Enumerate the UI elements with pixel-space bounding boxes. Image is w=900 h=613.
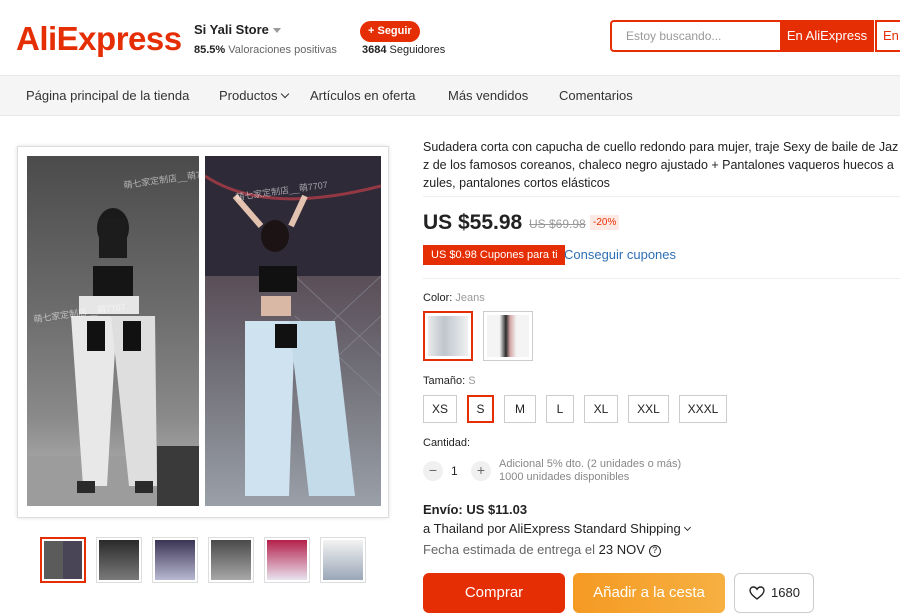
- get-coupons-link[interactable]: Conseguir cupones: [564, 247, 676, 262]
- size-label: Tamaño: S: [423, 375, 476, 387]
- thumbnail-5[interactable]: [264, 537, 310, 583]
- stock-note: 1000 unidades disponibles: [499, 471, 630, 483]
- thumbnail-4[interactable]: [208, 537, 254, 583]
- thumbnail-2[interactable]: [96, 537, 142, 583]
- rating-value: 85.5%: [194, 44, 226, 56]
- thumbnail-image: [99, 540, 139, 580]
- color-swatch-2[interactable]: [483, 311, 533, 361]
- eta-date: 23 NOV: [598, 542, 645, 557]
- size-option-xs[interactable]: XS: [423, 395, 457, 423]
- thumbnail-3[interactable]: [152, 537, 198, 583]
- size-option-s[interactable]: S: [467, 395, 494, 423]
- delivery-estimate: Fecha estimada de entrega el 23 NOV?: [423, 542, 661, 557]
- followers-label: Seguidores: [389, 44, 446, 56]
- product-photo-color: 萌七家定制店__萌7707: [205, 156, 381, 506]
- store-rating: 85.5% Valoraciones positivas: [194, 44, 337, 56]
- size-option-xl[interactable]: XL: [584, 395, 618, 423]
- discount-badge: -20%: [590, 215, 620, 230]
- thumbnail-image: [44, 541, 82, 579]
- nav-item-reviews[interactable]: Comentarios: [559, 88, 633, 103]
- store-name[interactable]: Si Yali Store: [194, 22, 281, 37]
- color-value: Jeans: [455, 292, 485, 304]
- nav-item-bestsellers[interactable]: Más vendidos: [448, 88, 528, 103]
- thumbnail-image: [267, 540, 307, 580]
- size-option-xxxl[interactable]: XXXL: [679, 395, 727, 423]
- thumbnail-image: [211, 540, 251, 580]
- bulk-discount-note: Adicional 5% dto. (2 unidades o más): [499, 458, 682, 470]
- divider: [423, 196, 900, 197]
- coupon-badge: US $0.98 Cupones para ti: [423, 245, 565, 265]
- shipping-cost: Envío: US $11.03: [423, 502, 528, 517]
- followers-number: 3684: [362, 44, 387, 56]
- thumbnail-1[interactable]: [40, 537, 86, 583]
- quantity-label: Cantidad:: [423, 437, 471, 449]
- store-name-text[interactable]: Si Yali Store: [194, 22, 269, 37]
- chevron-down-icon[interactable]: [280, 89, 289, 99]
- color-swatch-jeans[interactable]: [423, 311, 473, 361]
- store-nav: Página principal de la tienda Productos …: [0, 76, 900, 116]
- heart-icon: [749, 585, 765, 600]
- swatch-image: [428, 316, 468, 356]
- dancer-figure-color: [205, 156, 381, 496]
- swatch-image: [487, 315, 529, 357]
- wishlist-count: 1680: [771, 585, 800, 600]
- eta-label: Fecha estimada de entrega el: [423, 542, 595, 557]
- help-icon[interactable]: ?: [648, 544, 661, 557]
- quantity-note: Adicional 5% dto. (2 unidades o más) 1000…: [499, 458, 681, 484]
- header: AliExpress Si Yali Store 85.5% Valoracio…: [0, 0, 900, 76]
- quantity-increase-button[interactable]: +: [471, 461, 491, 481]
- product-title: Sudadera corta con capucha de cuello red…: [423, 140, 899, 190]
- thumbnail-image: [155, 540, 195, 580]
- search-store-button[interactable]: En esta tienda: [875, 20, 900, 52]
- main-product-image[interactable]: 萌七家定制店__萌7707 萌七家定制店__萌7707 萌七家定制店__萌770…: [17, 146, 389, 518]
- size-option-m[interactable]: M: [504, 395, 536, 423]
- chevron-down-icon[interactable]: [683, 523, 691, 532]
- aliexpress-logo[interactable]: AliExpress: [16, 20, 182, 58]
- quantity-decrease-button[interactable]: −: [423, 461, 443, 481]
- nav-item-products-label[interactable]: Productos: [219, 88, 278, 103]
- product-photo-bw: 萌七家定制店__萌7707 萌七家定制店__萌7707: [27, 156, 199, 506]
- search-input[interactable]: Estoy buscando...: [610, 20, 782, 52]
- nav-item-home[interactable]: Página principal de la tienda: [26, 88, 189, 103]
- dancer-figure-bw: [27, 208, 199, 506]
- size-value: S: [468, 375, 476, 387]
- divider: [423, 278, 900, 279]
- shipping-method[interactable]: a Thailand por AliExpress Standard Shipp…: [423, 521, 691, 536]
- size-option-xxl[interactable]: XXL: [628, 395, 669, 423]
- color-label-text: Color:: [423, 292, 453, 304]
- color-label: Color: Jeans: [423, 292, 485, 304]
- nav-item-deals[interactable]: Artículos en oferta: [310, 88, 416, 103]
- shipping-route-text[interactable]: a Thailand por AliExpress Standard Shipp…: [423, 521, 681, 536]
- buy-now-button[interactable]: Comprar: [423, 573, 565, 613]
- product-price: US $55.98: [423, 211, 523, 234]
- follow-button[interactable]: + Seguir: [360, 21, 420, 42]
- quantity-input[interactable]: 1: [451, 464, 458, 478]
- followers-count: 3684 Seguidores: [362, 44, 445, 56]
- add-to-cart-button[interactable]: Añadir a la cesta: [573, 573, 725, 613]
- search-aliexpress-button[interactable]: En AliExpress: [780, 20, 874, 52]
- size-option-l[interactable]: L: [546, 395, 574, 423]
- chevron-down-icon[interactable]: [272, 28, 281, 34]
- wishlist-button[interactable]: 1680: [734, 573, 814, 613]
- original-price: US $69.98: [529, 217, 586, 231]
- rating-label: Valoraciones positivas: [228, 44, 337, 56]
- size-label-text: Tamaño:: [423, 375, 466, 387]
- nav-item-products[interactable]: Productos: [219, 88, 289, 103]
- thumbnail-6[interactable]: [320, 537, 366, 583]
- thumbnail-image: [323, 540, 363, 580]
